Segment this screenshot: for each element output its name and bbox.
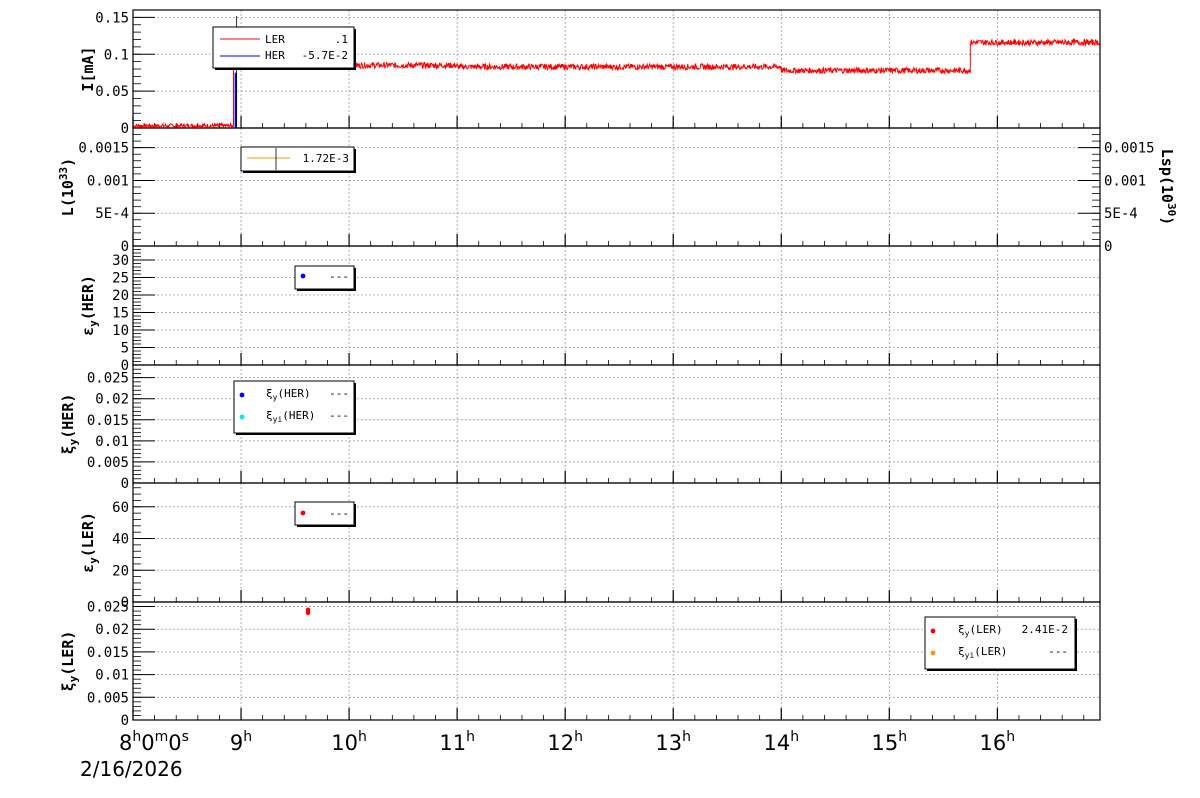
legend-emit-her-marker [300, 273, 306, 279]
y-tick-label: 0.005 [87, 455, 129, 471]
legend-ler-name: LER [265, 33, 285, 46]
y-tick-label: 20 [112, 288, 129, 304]
y-axis-title: ξy(HER) [59, 394, 80, 455]
x-tick-label: 10h [331, 729, 367, 755]
legend-xi-ler-i-marker [930, 650, 936, 656]
x-tick-label: 11h [439, 729, 475, 755]
legend-xi-ler-value-1: --- [1048, 645, 1068, 658]
legend-emit-her-value: --- [329, 270, 349, 283]
y-tick-label: 25 [112, 271, 129, 287]
y2-tick-label: 5E-4 [1104, 206, 1138, 222]
y-tick-label: 0.05 [95, 84, 129, 100]
y-tick-label: 0.1 [104, 47, 129, 63]
x-tick-label: 12h [547, 729, 583, 755]
legend-emit-ler-value: --- [329, 507, 349, 520]
y2-axis-title: Lsp(1030) [1158, 149, 1178, 225]
legend-emit-ler-marker [300, 510, 306, 516]
legend-her-name: HER [265, 49, 285, 62]
x-axis-date: 2/16/2026 [80, 757, 183, 781]
panel-frame [132, 482, 1101, 603]
data-point [305, 607, 311, 612]
y-tick-label: 0.01 [95, 434, 129, 450]
y-axis-title: ξy(LER) [59, 631, 80, 692]
y-tick-label: 0.0015 [78, 141, 129, 157]
x-tick-label: 15h [872, 729, 908, 755]
y-tick-label: 0 [121, 476, 129, 492]
y-tick-label: 60 [112, 500, 129, 516]
y2-tick-label: 0.001 [1104, 173, 1146, 189]
multi-panel-chart: 00.050.10.15I[mA]0 05E-4 5E-40.001 0.0010.0… [57, 9, 1178, 781]
x-tick-label: 9h [230, 729, 252, 755]
y-tick-label: 0.005 [87, 690, 129, 706]
chart-stage: 0 0.05 0.1 0.15 I[mA] 0 0 5E-4 5E-4 0.001 0.001 0.0… [0, 0, 1200, 798]
y2-tick-label: 0.0015 [1104, 141, 1155, 157]
y-tick-label: 0.02 [95, 392, 129, 408]
y-tick-label: 10 [112, 323, 129, 339]
legend-xi-her-i-marker [239, 414, 245, 420]
y-axis-title: L(1033) [57, 158, 77, 216]
y-tick-label: 0.015 [87, 413, 129, 429]
legend-xi-ler-marker [930, 628, 936, 634]
y-axis-title: εy(HER) [79, 275, 100, 336]
legend-lum-value: 1.72E-3 [303, 152, 349, 165]
x-tick-label: 8h0m0s [119, 729, 189, 755]
y-tick-label: 5E-4 [95, 206, 129, 222]
panel-frame [132, 127, 1101, 247]
y-axis-title: I[mA] [79, 46, 97, 91]
x-tick-label: 16h [980, 729, 1016, 755]
legend-xi-ler-value-0: 2.41E-2 [1022, 623, 1068, 636]
y-tick-label: 5 [121, 341, 129, 357]
y-axis-title: εy(LER) [79, 512, 100, 573]
legend-her-value: -5.7E-2 [302, 49, 348, 62]
y-tick-label: 0.015 [87, 645, 129, 661]
legend-xi-her-marker [239, 392, 245, 398]
y-tick-label: 20 [112, 563, 129, 579]
legend-ler-value: .1 [335, 33, 348, 46]
y-tick-label: 0.02 [95, 622, 129, 638]
y-tick-label: 0.025 [87, 600, 129, 616]
y-tick-label: 0.15 [95, 10, 129, 26]
legend-xi-her-value-1: --- [329, 409, 349, 422]
x-tick-label: 13h [655, 729, 691, 755]
y-tick-label: 0 [121, 121, 129, 137]
y-tick-label: 40 [112, 532, 129, 548]
y-tick-label: 15 [112, 306, 129, 322]
y2-tick-label: 0 [1104, 239, 1112, 255]
y-tick-label: 0 [121, 713, 129, 729]
y-tick-label: 0.01 [95, 668, 129, 684]
y-tick-label: 30 [112, 253, 129, 269]
y-tick-label: 0.025 [87, 371, 129, 387]
y-tick-label: 0.001 [87, 173, 129, 189]
legend-xi-her-value-0: --- [329, 387, 349, 400]
x-tick-label: 14h [763, 729, 799, 755]
